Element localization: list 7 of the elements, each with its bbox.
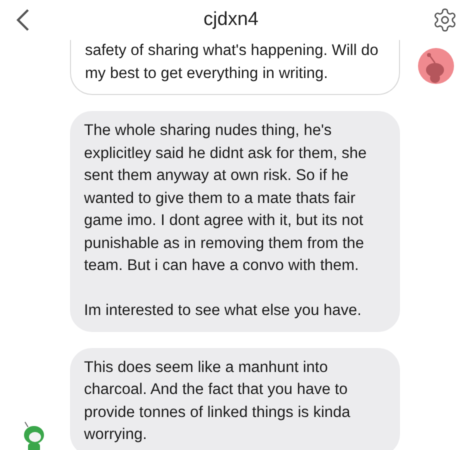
avatar-icon xyxy=(418,48,454,84)
message-bubble: The whole sharing nudes thing, he's explicitley said he didnt ask for them, she sent them anyway at own risk. So if he wanted to give them to a mate thats fair game imo. I dont agree with it, but its not punishable as in removing them from the team. But i can have a convo with them. Im interested to see what else you have. xyxy=(70,111,400,332)
message-bubble: This does seem like a manhunt into charcoal. And the fact that you have to provide tonnes of linked things is kinda worrying. xyxy=(70,348,400,450)
message-bubble: safety of sharing what's happening. Will do my best to get everything in writing. xyxy=(70,40,400,95)
chat-title: cjdxn4 xyxy=(204,8,258,32)
back-icon[interactable] xyxy=(16,8,30,32)
settings-icon[interactable] xyxy=(432,7,458,33)
